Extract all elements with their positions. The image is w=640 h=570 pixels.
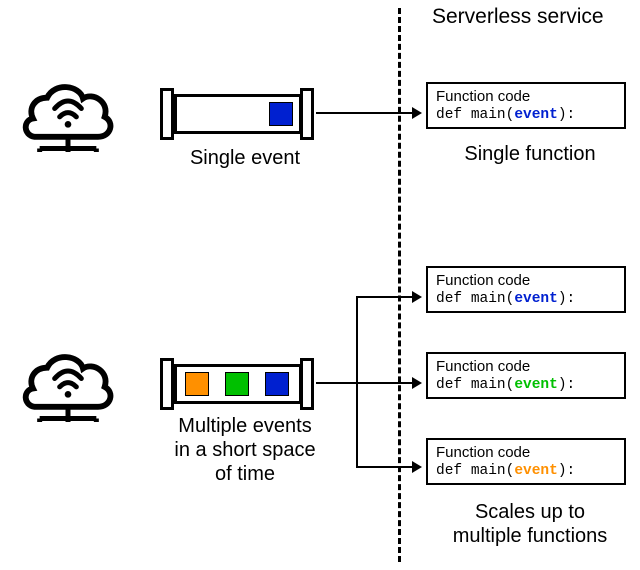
function-code: def main(event): (436, 291, 616, 307)
function-code: def main(event): (436, 377, 616, 393)
function-box: Function code def main(event): (426, 438, 626, 485)
code-keyword-def: def (436, 291, 471, 307)
code-keyword-def: def (436, 377, 471, 393)
arrow-head-icon (412, 461, 422, 473)
code-keyword-def: def (436, 107, 471, 123)
code-event-param: event (514, 291, 558, 307)
arrow-line (316, 382, 356, 384)
function-box-title: Function code (436, 88, 616, 105)
code-close: ): (558, 377, 575, 393)
arrow-head-icon (412, 377, 422, 389)
queue-cap-right (300, 88, 314, 140)
multi-function-label: Scales up to multiple functions (430, 500, 630, 548)
single-event-label: Single event (170, 146, 320, 170)
divider-dashed (398, 8, 401, 562)
arrow-line (356, 382, 412, 384)
function-box: Function code def main(event): (426, 82, 626, 129)
arrow-line (356, 466, 412, 468)
cloud-network-icon (18, 60, 118, 152)
code-func: main( (471, 463, 515, 479)
function-box: Function code def main(event): (426, 352, 626, 399)
single-function-label: Single function (440, 142, 620, 166)
code-keyword-def: def (436, 463, 471, 479)
arrow-head-icon (412, 291, 422, 303)
code-func: main( (471, 377, 515, 393)
code-close: ): (558, 107, 575, 123)
function-box-title: Function code (436, 272, 616, 289)
queue-multi (174, 364, 302, 404)
arrow-head-icon (412, 107, 422, 119)
code-event-param: event (514, 377, 558, 393)
event-box (269, 102, 293, 126)
arrow-line (316, 112, 412, 114)
event-box (225, 372, 249, 396)
event-box (265, 372, 289, 396)
event-box (185, 372, 209, 396)
function-code: def main(event): (436, 107, 616, 123)
diagram-title: Serverless service (432, 5, 604, 29)
arrow-line (356, 296, 412, 298)
queue-cap-left (160, 358, 174, 410)
queue-cap-right (300, 358, 314, 410)
code-func: main( (471, 291, 515, 307)
code-close: ): (558, 463, 575, 479)
cloud-network-icon (18, 330, 118, 422)
function-box-title: Function code (436, 444, 616, 461)
function-box-title: Function code (436, 358, 616, 375)
code-func: main( (471, 107, 515, 123)
queue-cap-left (160, 88, 174, 140)
multi-event-label: Multiple events in a short space of time (150, 414, 340, 486)
code-event-param: event (514, 107, 558, 123)
function-code: def main(event): (436, 463, 616, 479)
code-close: ): (558, 291, 575, 307)
code-event-param: event (514, 463, 558, 479)
queue-single (174, 94, 302, 134)
function-box: Function code def main(event): (426, 266, 626, 313)
